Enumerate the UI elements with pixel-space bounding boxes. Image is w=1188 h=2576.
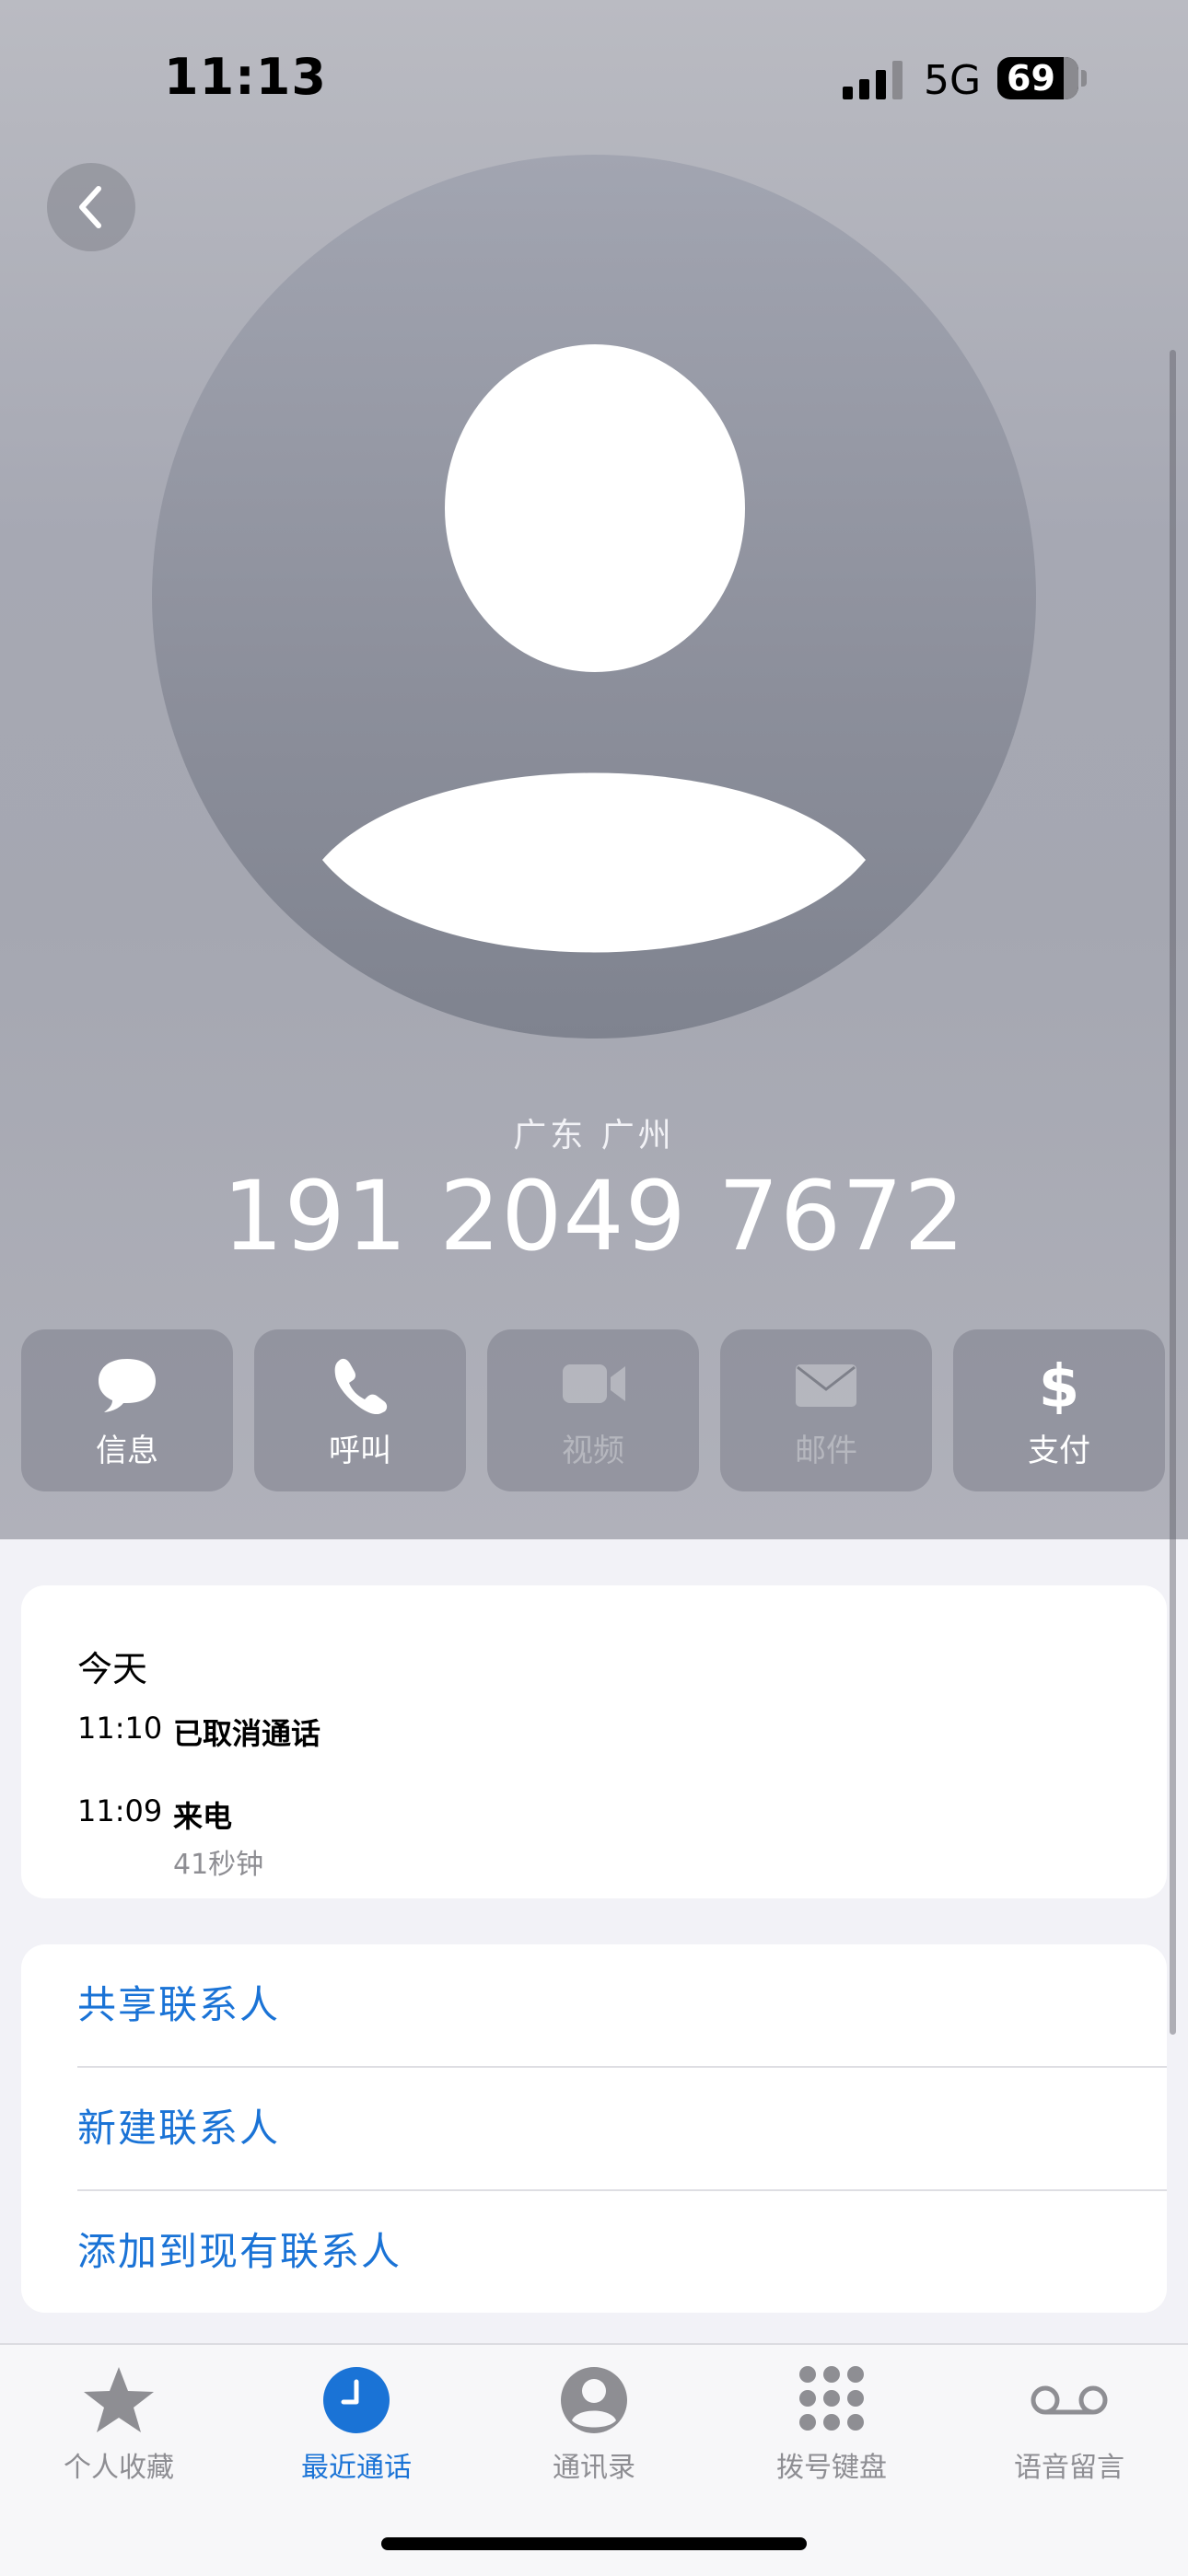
tab-label: 最近通话 [301, 2452, 412, 2484]
tab-label: 语音留言 [1014, 2452, 1124, 2484]
dollar-icon: $ [1039, 1355, 1080, 1414]
network-type: 5G [924, 57, 982, 104]
scrollbar[interactable] [1170, 350, 1176, 2035]
avatar-body [322, 772, 866, 953]
call-label: 呼叫 [329, 1433, 391, 1469]
tab-voicemail[interactable]: 语音留言 [950, 2363, 1188, 2501]
call-time: 11:10 [77, 1711, 163, 1746]
contact-phone-number: 191 2049 7672 [222, 1160, 966, 1272]
clock-icon [323, 2367, 390, 2433]
video-button[interactable]: 视频 [487, 1329, 699, 1491]
tab-recents[interactable]: 最近通话 [238, 2363, 475, 2501]
keypad-icon [799, 2366, 864, 2431]
message-label: 信息 [96, 1433, 158, 1469]
contact-options-card: 共享联系人 新建联系人 添加到现有联系人 [21, 1944, 1167, 2313]
home-indicator [381, 2537, 807, 2550]
contact-location: 广东 广州 [513, 1117, 675, 1155]
tab-label: 通讯录 [553, 2452, 635, 2484]
pay-label: 支付 [1028, 1433, 1090, 1469]
tab-keypad[interactable]: 拨号键盘 [713, 2363, 950, 2501]
new-contact-button[interactable]: 新建联系人 [77, 2068, 1167, 2189]
star-icon [84, 2367, 154, 2432]
voicemail-icon [1031, 2385, 1108, 2415]
pay-button[interactable]: $ 支付 [953, 1329, 1165, 1491]
video-label: 视频 [562, 1433, 624, 1469]
status-bar: 11:13 5G 69 [0, 0, 1188, 157]
battery-tip [1081, 70, 1087, 87]
envelope-icon [796, 1364, 856, 1407]
call-button[interactable]: 呼叫 [254, 1329, 466, 1491]
battery-icon: 69 [997, 57, 1078, 99]
mail-label: 邮件 [795, 1433, 857, 1469]
add-to-existing-contact-button[interactable]: 添加到现有联系人 [77, 2191, 1167, 2313]
chevron-left-icon [79, 186, 101, 228]
call-history-card: 今天 11:10 已取消通话 11:09 来电 41秒钟 [21, 1585, 1167, 1898]
back-button[interactable] [47, 163, 135, 251]
phone-icon [334, 1358, 388, 1414]
message-bubble-icon [99, 1359, 156, 1412]
battery-level: 69 [1007, 58, 1055, 99]
call-type: 来电 [173, 1799, 233, 1834]
history-date: 今天 [77, 1649, 148, 1689]
tab-label: 个人收藏 [64, 2452, 174, 2484]
video-camera-icon [563, 1364, 625, 1403]
message-button[interactable]: 信息 [21, 1329, 233, 1491]
tab-label: 拨号键盘 [776, 2452, 887, 2484]
svg-text:$: $ [1039, 1355, 1080, 1414]
share-contact-button[interactable]: 共享联系人 [77, 1944, 1167, 2066]
tab-contacts[interactable]: 通讯录 [475, 2363, 713, 2501]
avatar-head [445, 344, 745, 672]
cellular-signal-icon [843, 61, 903, 99]
status-time: 11:13 [164, 48, 327, 106]
person-circle-icon [561, 2367, 627, 2433]
call-time: 11:09 [77, 1793, 163, 1828]
action-buttons: 信息 呼叫 视频 邮件 $ 支付 [21, 1329, 1167, 1491]
call-type: 已取消通话 [173, 1716, 321, 1751]
call-duration: 41秒钟 [173, 1849, 264, 1881]
mail-button[interactable]: 邮件 [720, 1329, 932, 1491]
contact-avatar [152, 155, 1036, 1039]
tab-favorites[interactable]: 个人收藏 [0, 2363, 238, 2501]
